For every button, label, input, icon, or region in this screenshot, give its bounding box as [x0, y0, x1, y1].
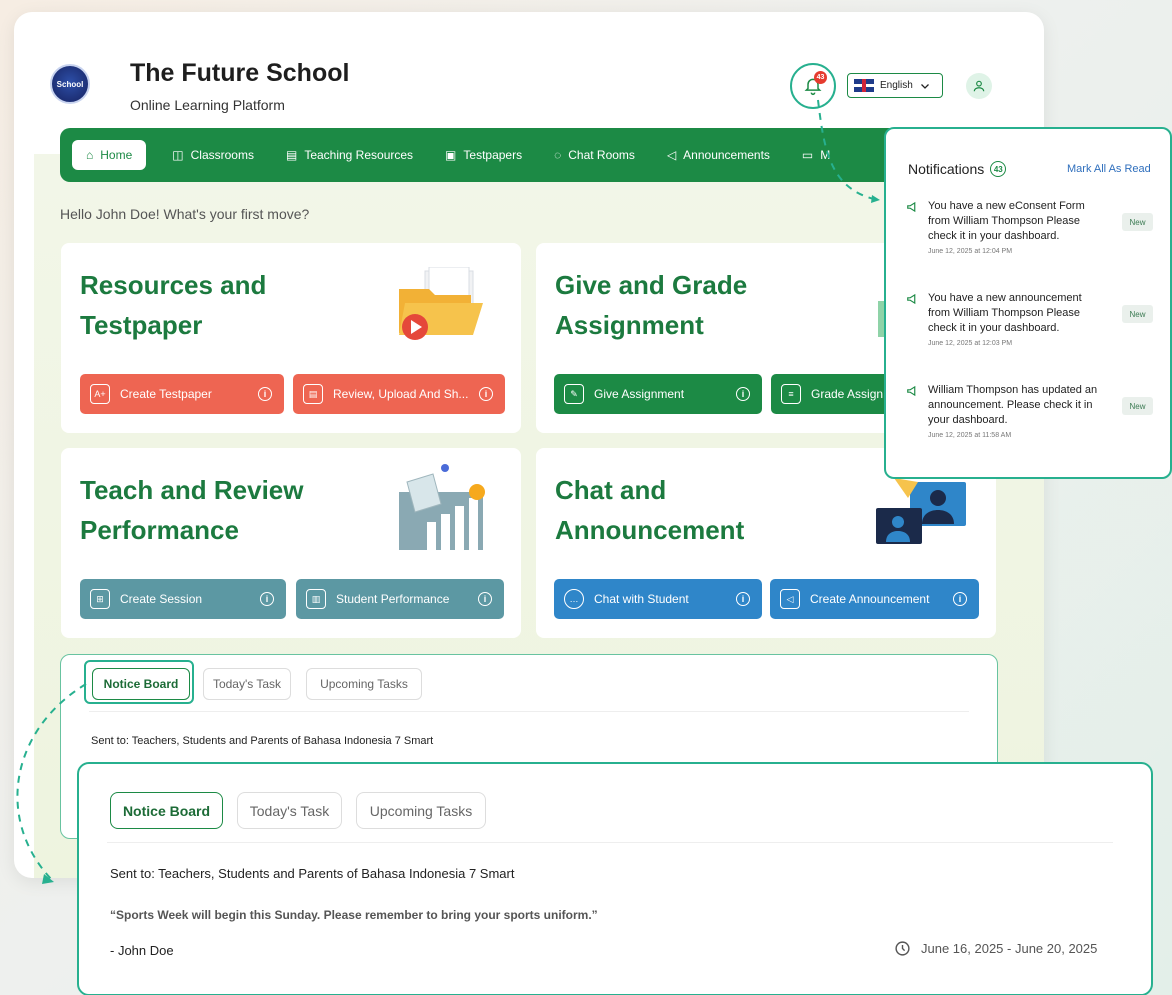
notice-author: - John Doe: [110, 943, 174, 958]
new-badge: New: [1122, 397, 1153, 415]
divider: [107, 842, 1113, 843]
notification-item[interactable]: William Thompson has updated an announce…: [906, 383, 1156, 439]
notifications-count-badge: 43: [990, 161, 1007, 177]
new-badge: New: [1122, 213, 1153, 231]
notifications-panel: Notifications 43 Mark All As Read You ha…: [884, 127, 1172, 479]
megaphone-icon: [907, 385, 916, 397]
tab-todays-task[interactable]: Today's Task: [237, 792, 342, 829]
new-badge: New: [1122, 305, 1153, 323]
notice-board-zoom-panel: Notice Board Today's Task Upcoming Tasks…: [77, 762, 1153, 995]
megaphone-icon: [907, 201, 916, 213]
clock-icon: [895, 941, 910, 956]
notifications-title: Notifications 43: [908, 161, 1007, 177]
tab-notice-board[interactable]: Notice Board: [110, 792, 223, 829]
notification-item[interactable]: You have a new eConsent Form from Willia…: [906, 199, 1156, 255]
notification-item[interactable]: You have a new announcement from William…: [906, 291, 1156, 347]
notice-date-range: June 16, 2025 - June 20, 2025: [894, 940, 1097, 957]
notice-message: “Sports Week will begin this Sunday. Ple…: [110, 908, 598, 922]
megaphone-icon: [907, 293, 916, 305]
mark-all-read-link[interactable]: Mark All As Read: [1067, 163, 1151, 175]
tab-upcoming-tasks[interactable]: Upcoming Tasks: [356, 792, 486, 829]
notice-recipients: Sent to: Teachers, Students and Parents …: [110, 866, 515, 881]
